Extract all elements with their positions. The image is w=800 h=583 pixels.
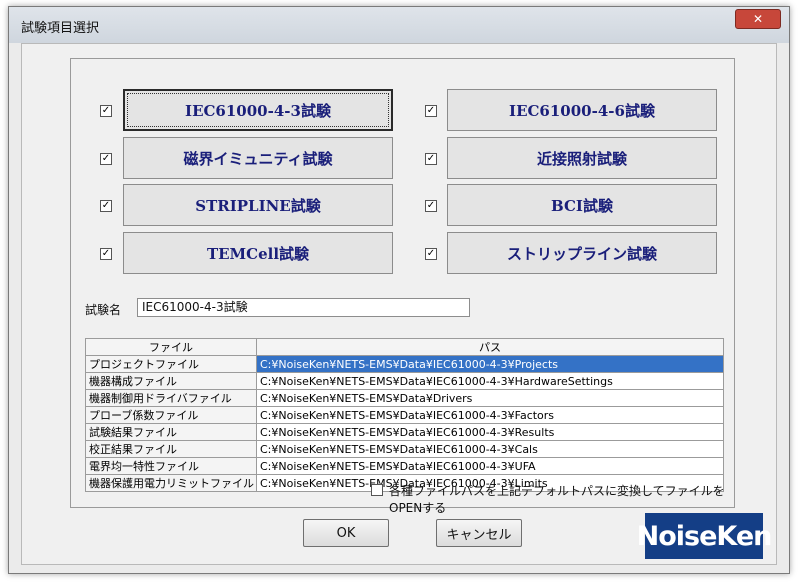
convert-path-checkbox[interactable] xyxy=(371,484,383,496)
test-checkbox-iec61000-4-3[interactable]: ✓ xyxy=(100,105,112,117)
test-button-stripline[interactable]: STRIPLINE試験 xyxy=(123,184,393,226)
close-button[interactable]: ✕ xyxy=(735,9,781,29)
file-path-cell[interactable]: C:¥NoiseKen¥NETS-EMS¥Data¥IEC61000-4-3¥F… xyxy=(256,406,724,424)
file-path-cell[interactable]: C:¥NoiseKen¥NETS-EMS¥Data¥IEC61000-4-3¥H… xyxy=(256,372,724,390)
ok-button[interactable]: OK xyxy=(303,519,389,547)
cancel-button[interactable]: キャンセル xyxy=(436,519,522,547)
table-row[interactable]: 電界均一特性ファイル C:¥NoiseKen¥NETS-EMS¥Data¥IEC… xyxy=(85,457,724,475)
table-row[interactable]: プロジェクトファイル C:¥NoiseKen¥NETS-EMS¥Data¥IEC… xyxy=(85,355,724,373)
test-button-proximity[interactable]: 近接照射試験 xyxy=(447,137,717,179)
table-row[interactable]: 試験結果ファイル C:¥NoiseKen¥NETS-EMS¥Data¥IEC61… xyxy=(85,423,724,441)
test-button-iec61000-4-3[interactable]: IEC61000-4-3試験 xyxy=(123,89,393,131)
window-title: 試験項目選択 xyxy=(21,21,100,36)
dialog-body: ✓ IEC61000-4-3試験 ✓ IEC61000-4-6試験 ✓ 磁界イミ… xyxy=(21,43,777,565)
dialog-window: 試験項目選択 ✕ ✓ IEC61000-4-3試験 ✓ IEC61000-4-6… xyxy=(8,6,790,574)
test-name-input[interactable]: IEC61000-4-3試験 xyxy=(137,298,470,317)
file-path-cell[interactable]: C:¥NoiseKen¥NETS-EMS¥Data¥IEC61000-4-3¥C… xyxy=(256,440,724,458)
test-button-magnetic-immunity[interactable]: 磁界イミュニティ試験 xyxy=(123,137,393,179)
file-name-cell: プローブ係数ファイル xyxy=(85,406,257,424)
test-checkbox-magnetic-immunity[interactable]: ✓ xyxy=(100,153,112,165)
test-button-temcell[interactable]: TEMCell試験 xyxy=(123,232,393,274)
test-group: ✓ IEC61000-4-3試験 ✓ IEC61000-4-6試験 ✓ 磁界イミ… xyxy=(70,58,735,515)
file-table: ファイル パス プロジェクトファイル C:¥NoiseKen¥NETS-EMS¥… xyxy=(85,338,724,492)
file-name-cell: プロジェクトファイル xyxy=(85,355,257,373)
header-path[interactable]: パス xyxy=(256,338,724,356)
test-checkbox-stripline[interactable]: ✓ xyxy=(100,200,112,212)
test-checkbox-proximity[interactable]: ✓ xyxy=(425,153,437,165)
title-bar[interactable]: 試験項目選択 ✕ xyxy=(9,7,789,43)
header-file[interactable]: ファイル xyxy=(85,338,257,356)
file-path-cell[interactable]: C:¥NoiseKen¥NETS-EMS¥Data¥IEC61000-4-3¥U… xyxy=(256,457,724,475)
table-row[interactable]: 機器構成ファイル C:¥NoiseKen¥NETS-EMS¥Data¥IEC61… xyxy=(85,372,724,390)
test-button-iec61000-4-6[interactable]: IEC61000-4-6試験 xyxy=(447,89,717,131)
file-name-cell: 試験結果ファイル xyxy=(85,423,257,441)
test-name-label: 試験名 xyxy=(85,303,122,317)
test-button-bci[interactable]: BCI試験 xyxy=(447,184,717,226)
test-checkbox-iec61000-4-6[interactable]: ✓ xyxy=(425,105,437,117)
table-row[interactable]: プローブ係数ファイル C:¥NoiseKen¥NETS-EMS¥Data¥IEC… xyxy=(85,406,724,424)
test-checkbox-stripline-jp[interactable]: ✓ xyxy=(425,248,437,260)
file-name-cell: 校正結果ファイル xyxy=(85,440,257,458)
file-path-cell[interactable]: C:¥NoiseKen¥NETS-EMS¥Data¥IEC61000-4-3¥P… xyxy=(256,355,724,373)
convert-path-label: 各種ファイルパスを上記デフォルトパスに変換してファイルをOPENする xyxy=(389,484,725,515)
file-path-cell[interactable]: C:¥NoiseKen¥NETS-EMS¥Data¥Drivers xyxy=(256,389,724,407)
file-name-cell: 機器保護用電力リミットファイル xyxy=(85,474,257,492)
table-row[interactable]: 機器制御用ドライバファイル C:¥NoiseKen¥NETS-EMS¥Data¥… xyxy=(85,389,724,407)
test-checkbox-bci[interactable]: ✓ xyxy=(425,200,437,212)
file-name-cell: 機器制御用ドライバファイル xyxy=(85,389,257,407)
file-table-header: ファイル パス xyxy=(85,338,724,356)
test-button-stripline-jp[interactable]: ストリップライン試験 xyxy=(447,232,717,274)
file-path-cell[interactable]: C:¥NoiseKen¥NETS-EMS¥Data¥IEC61000-4-3¥R… xyxy=(256,423,724,441)
noiseken-logo: NoiseKen xyxy=(637,513,772,559)
test-checkbox-temcell[interactable]: ✓ xyxy=(100,248,112,260)
table-row[interactable]: 校正結果ファイル C:¥NoiseKen¥NETS-EMS¥Data¥IEC61… xyxy=(85,440,724,458)
file-name-cell: 機器構成ファイル xyxy=(85,372,257,390)
file-name-cell: 電界均一特性ファイル xyxy=(85,457,257,475)
